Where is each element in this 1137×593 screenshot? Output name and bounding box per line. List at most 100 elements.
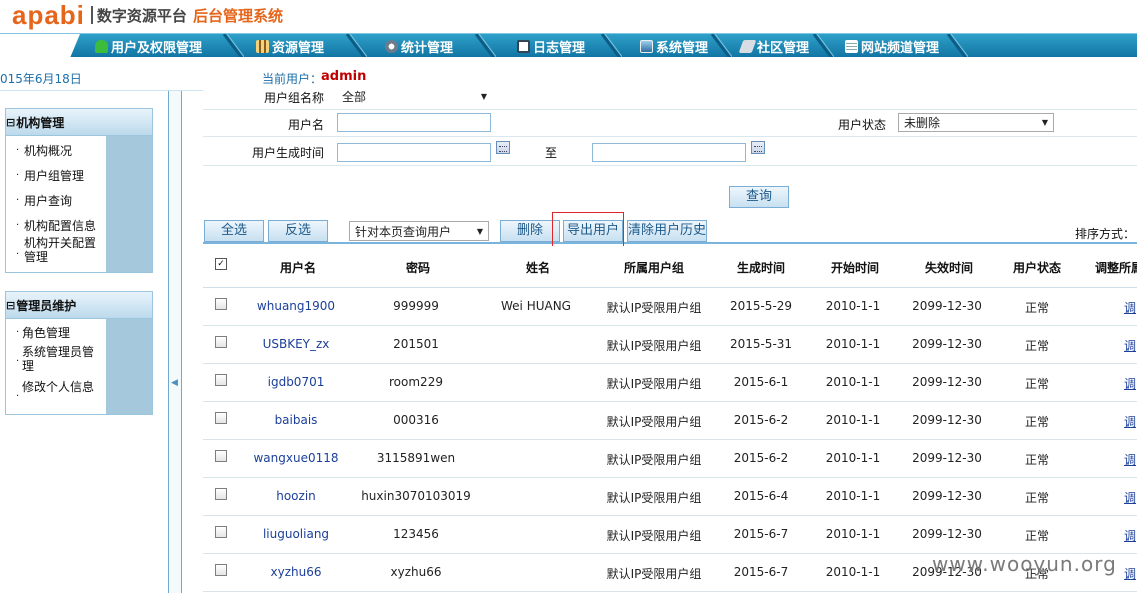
col-username: 用户名 bbox=[280, 261, 317, 275]
adjust-group-link[interactable]: 调 bbox=[1124, 337, 1136, 354]
invert-select-button[interactable]: 反选 bbox=[268, 220, 328, 242]
nav-community[interactable]: 社区管理 bbox=[738, 34, 809, 58]
delete-button[interactable]: 删除 bbox=[500, 220, 560, 242]
nav-resource[interactable]: 资源管理 bbox=[256, 34, 324, 58]
chevron-down-icon: ▼ bbox=[1041, 118, 1048, 127]
nav-channel[interactable]: 网站频道管理 bbox=[845, 34, 939, 58]
cell-username[interactable]: wangxue0118 bbox=[226, 451, 366, 465]
sidebar-item-label: 系统管理员管理 bbox=[22, 345, 95, 373]
scope-select[interactable]: 针对本页查询用户 ▼ bbox=[349, 221, 489, 241]
table-row: whuang1900 999999 Wei HUANG 默认IP受限用户组 2015-5… bbox=[203, 288, 1137, 326]
calendar-icon[interactable] bbox=[496, 141, 510, 154]
sidebar-item-sysadmin-manage[interactable]: · 系统管理员管理 bbox=[6, 345, 96, 373]
sidebar-item-label: 机构概况 bbox=[24, 144, 73, 158]
logo-mark: apabi bbox=[12, 0, 85, 30]
nav-divider bbox=[812, 34, 834, 58]
sidebar-item-label: 用户组管理 bbox=[24, 169, 85, 183]
col-status: 用户状态 bbox=[1013, 261, 1062, 275]
user-icon bbox=[95, 39, 108, 53]
created-from-input[interactable] bbox=[337, 143, 491, 162]
status-select[interactable]: 未删除 ▼ bbox=[898, 113, 1054, 132]
nav-log[interactable]: 日志管理 bbox=[517, 34, 585, 58]
created-to-input[interactable] bbox=[592, 143, 746, 162]
created-label: 用户生成时间 bbox=[251, 146, 324, 160]
action-toolbar: 全选 反选 针对本页查询用户 ▼ 删除 导出用户 清除用户历史 排序方式： bbox=[203, 218, 1137, 244]
adjust-group-link[interactable]: 调 bbox=[1124, 299, 1136, 316]
adjust-group-link[interactable]: 调 bbox=[1124, 451, 1136, 468]
col-password: 密码 bbox=[406, 261, 431, 275]
sort-label: 排序方式： bbox=[1074, 227, 1135, 241]
query-button[interactable]: 查询 bbox=[729, 186, 789, 208]
table-row: hoozin huxin3070103019 默认IP受限用户组 2015-6-4 20… bbox=[203, 478, 1137, 516]
nav-divider bbox=[345, 34, 367, 58]
nav-divider bbox=[474, 34, 496, 58]
sidebar-item-user-query[interactable]: · 用户查询 bbox=[6, 194, 106, 208]
username-label: 用户名 bbox=[287, 118, 324, 132]
adjust-group-link[interactable]: 调 bbox=[1124, 413, 1136, 430]
sidebar-item-group-manage[interactable]: · 用户组管理 bbox=[6, 169, 106, 183]
cell-username[interactable]: hoozin bbox=[226, 489, 366, 503]
nav-divider bbox=[710, 34, 732, 58]
username-input[interactable] bbox=[337, 113, 491, 132]
cell-password: huxin3070103019 bbox=[361, 489, 471, 503]
cell-password: xyzhu66 bbox=[390, 565, 442, 579]
table-row: baibais 000316 默认IP受限用户组 2015-6-2 2010-1-1 20… bbox=[203, 402, 1137, 440]
nav-label: 网站频道管理 bbox=[861, 40, 940, 56]
cell-username[interactable]: liuguoliang bbox=[226, 527, 366, 541]
sidebar-item-role-manage[interactable]: · 角色管理 bbox=[6, 326, 106, 340]
cell-password: 999999 bbox=[393, 299, 439, 313]
nav-system[interactable]: 系统管理 bbox=[640, 34, 708, 58]
select-all-button[interactable]: 全选 bbox=[204, 220, 264, 242]
cell-username[interactable]: igdb0701 bbox=[226, 375, 366, 389]
to-label: 至 bbox=[545, 146, 558, 160]
main-nav: 用户及权限管理 资源管理 统计管理 日志管理 系统管理 社区管理 网站频道管理 bbox=[0, 33, 1137, 58]
nav-left-cap bbox=[0, 34, 80, 58]
sidebar-item-org-overview[interactable]: · 机构概况 bbox=[6, 144, 106, 158]
adjust-group-link[interactable]: 调 bbox=[1124, 489, 1136, 506]
current-user-name: admin bbox=[321, 69, 367, 84]
sidebar-item-label: 机构开关配置管理 bbox=[24, 236, 97, 264]
cell-password: room229 bbox=[389, 375, 443, 389]
sidebar-item-label: 角色管理 bbox=[22, 326, 71, 340]
nav-user-permission[interactable]: 用户及权限管理 bbox=[95, 34, 202, 58]
export-highlight-box bbox=[552, 212, 624, 250]
org-panel: ⊟ 机构管理 · 机构概况 · 用户组管理 · 用户查询 · 机构配置信息 · 机构开关配… bbox=[5, 108, 153, 273]
logo: apabi 数字资源平台 后台管理系统 bbox=[12, 0, 283, 30]
sidebar-collapse-bar[interactable]: ◀ bbox=[168, 91, 182, 593]
calendar-icon[interactable] bbox=[751, 141, 765, 154]
admin-panel-header[interactable]: ⊟ 管理员维护 bbox=[6, 292, 152, 319]
admin-panel-body: · 角色管理 · 系统管理员管理 · 修改个人信息 bbox=[6, 319, 152, 414]
cell-status: 正常 bbox=[1024, 339, 1049, 353]
collapse-left-icon[interactable]: ◀ bbox=[171, 378, 178, 388]
nav-label: 系统管理 bbox=[656, 40, 709, 56]
form-row-username: 用户名 用户状态 未删除 ▼ bbox=[203, 110, 1137, 137]
sidebar-item-org-switch[interactable]: · 机构开关配置管理 bbox=[6, 236, 100, 264]
status-select-value: 未删除 bbox=[904, 116, 941, 130]
collapse-toggle-icon[interactable]: ⊟ bbox=[6, 299, 15, 312]
main-content: 用户组名称 全部 ▼ 用户名 用户状态 未删除 ▼ 用户生成时间 至 查询 全选… bbox=[203, 86, 1137, 593]
app-header: apabi 数字资源平台 后台管理系统 bbox=[0, 0, 1137, 33]
sidebar-item-label: 修改个人信息 bbox=[22, 380, 95, 394]
group-select[interactable]: 全部 ▼ bbox=[337, 87, 492, 106]
collapse-toggle-icon[interactable]: ⊟ bbox=[6, 116, 15, 129]
nav-divider bbox=[946, 34, 968, 58]
adjust-group-link[interactable]: 调 bbox=[1124, 375, 1136, 392]
cell-username[interactable]: xyzhu66 bbox=[226, 565, 366, 579]
sidebar-item-org-config[interactable]: · 机构配置信息 bbox=[6, 219, 106, 233]
col-created: 生成时间 bbox=[737, 261, 786, 275]
select-all-checkbox-icon[interactable]: ✓ bbox=[215, 258, 227, 270]
nav-divider bbox=[600, 34, 622, 58]
col-adjust: 调整所属 bbox=[1095, 261, 1137, 275]
nav-stats[interactable]: 统计管理 bbox=[385, 34, 453, 58]
cell-username[interactable]: whuang1900 bbox=[226, 299, 366, 313]
cell-username[interactable]: baibais bbox=[226, 413, 366, 427]
table-row: wangxue0118 3115891wen 默认IP受限用户组 2015-6-2 20… bbox=[203, 440, 1137, 478]
org-panel-header[interactable]: ⊟ 机构管理 bbox=[6, 109, 152, 136]
adjust-group-link[interactable]: 调 bbox=[1124, 565, 1136, 582]
cell-username[interactable]: USBKEY_zx bbox=[226, 337, 366, 351]
admin-panel: ⊟ 管理员维护 · 角色管理 · 系统管理员管理 · 修改个人信息 bbox=[5, 291, 153, 415]
clear-history-button[interactable]: 清除用户历史 bbox=[627, 220, 707, 242]
adjust-group-link[interactable]: 调 bbox=[1124, 527, 1136, 544]
monitor-icon bbox=[640, 39, 653, 53]
sidebar-item-edit-profile[interactable]: · 修改个人信息 bbox=[6, 380, 96, 402]
